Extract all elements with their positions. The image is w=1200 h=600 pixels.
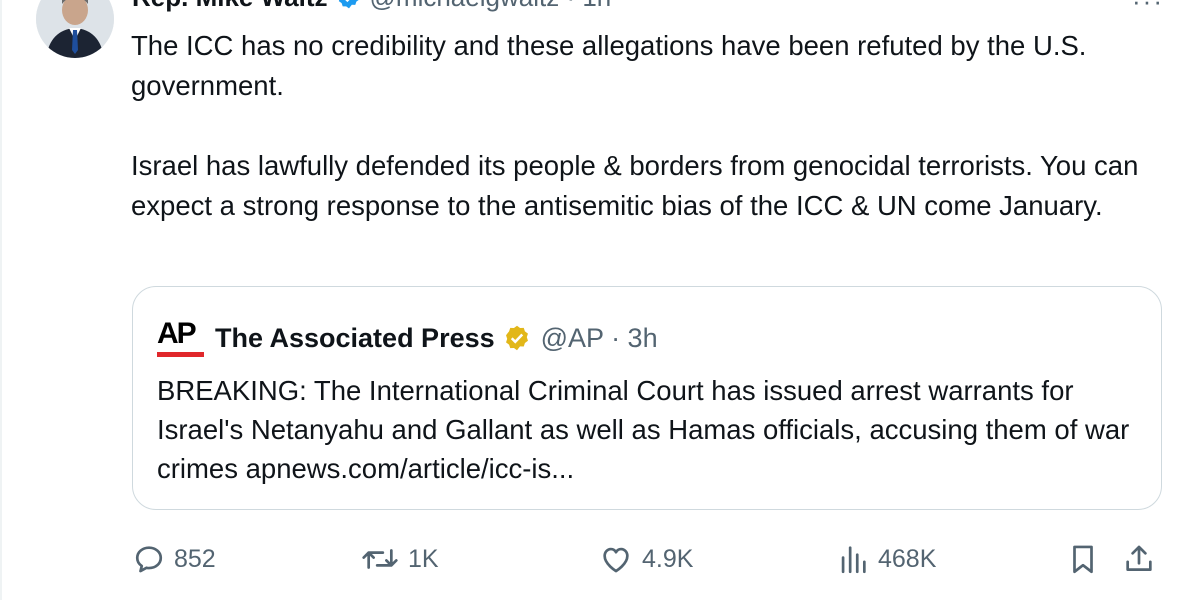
like-icon — [603, 547, 629, 573]
quoted-tweet-card[interactable]: AP The Associated Press @AP · 3h BREAKIN… — [132, 286, 1162, 510]
reply-icon — [135, 546, 163, 573]
views-button[interactable]: 468K — [836, 537, 936, 581]
ap-logo-text: AP — [157, 317, 197, 350]
views-icon — [841, 546, 866, 574]
verified-badge-icon — [336, 0, 362, 10]
like-button[interactable]: 4.9K — [598, 537, 693, 581]
repost-count: 1K — [408, 544, 439, 573]
quoted-tweet-text: BREAKING: The International Criminal Cou… — [157, 375, 1130, 484]
bookmark-button[interactable] — [1066, 537, 1108, 581]
author-handle[interactable]: @michaelgwaltz · 1h — [370, 0, 612, 13]
reply-button[interactable]: 852 — [132, 537, 216, 581]
bookmark-icon — [1073, 545, 1093, 574]
repost-button[interactable]: 1K — [360, 537, 439, 581]
views-count: 468K — [878, 544, 937, 573]
repost-icon — [362, 549, 398, 569]
ap-logo-bar — [157, 352, 204, 357]
tweet-paragraph: Israel has lawfully defended its people … — [131, 150, 1139, 221]
reply-count: 852 — [174, 544, 216, 573]
tweet-text: The ICC has no credibility and these all… — [131, 26, 1171, 226]
timeline-border — [0, 0, 2, 600]
tweet-time: · 1h — [566, 0, 611, 12]
quoted-tweet-header: AP The Associated Press @AP · 3h — [157, 319, 658, 357]
author-name[interactable]: Rep. Mike Waltz — [132, 0, 328, 13]
avatar-photo — [36, 0, 114, 58]
more-icon[interactable]: ··· — [1132, 0, 1164, 17]
quoted-author-handle: @AP · 3h — [540, 322, 658, 353]
ap-logo: AP — [157, 319, 205, 357]
share-button[interactable] — [1122, 537, 1164, 581]
avatar[interactable] — [36, 0, 114, 58]
share-icon — [1126, 545, 1152, 571]
like-count: 4.9K — [642, 544, 694, 573]
quoted-author-name: The Associated Press — [215, 322, 495, 353]
tweet-header: Rep. Mike Waltz @michaelgwaltz · 1h — [132, 0, 611, 14]
tweet-paragraph: The ICC has no credibility and these all… — [131, 30, 1087, 101]
author-handle-text: @michaelgwaltz — [370, 0, 560, 12]
verified-badge-icon — [503, 324, 531, 352]
action-bar: 852 1K 4.9K 468K — [132, 537, 1172, 581]
